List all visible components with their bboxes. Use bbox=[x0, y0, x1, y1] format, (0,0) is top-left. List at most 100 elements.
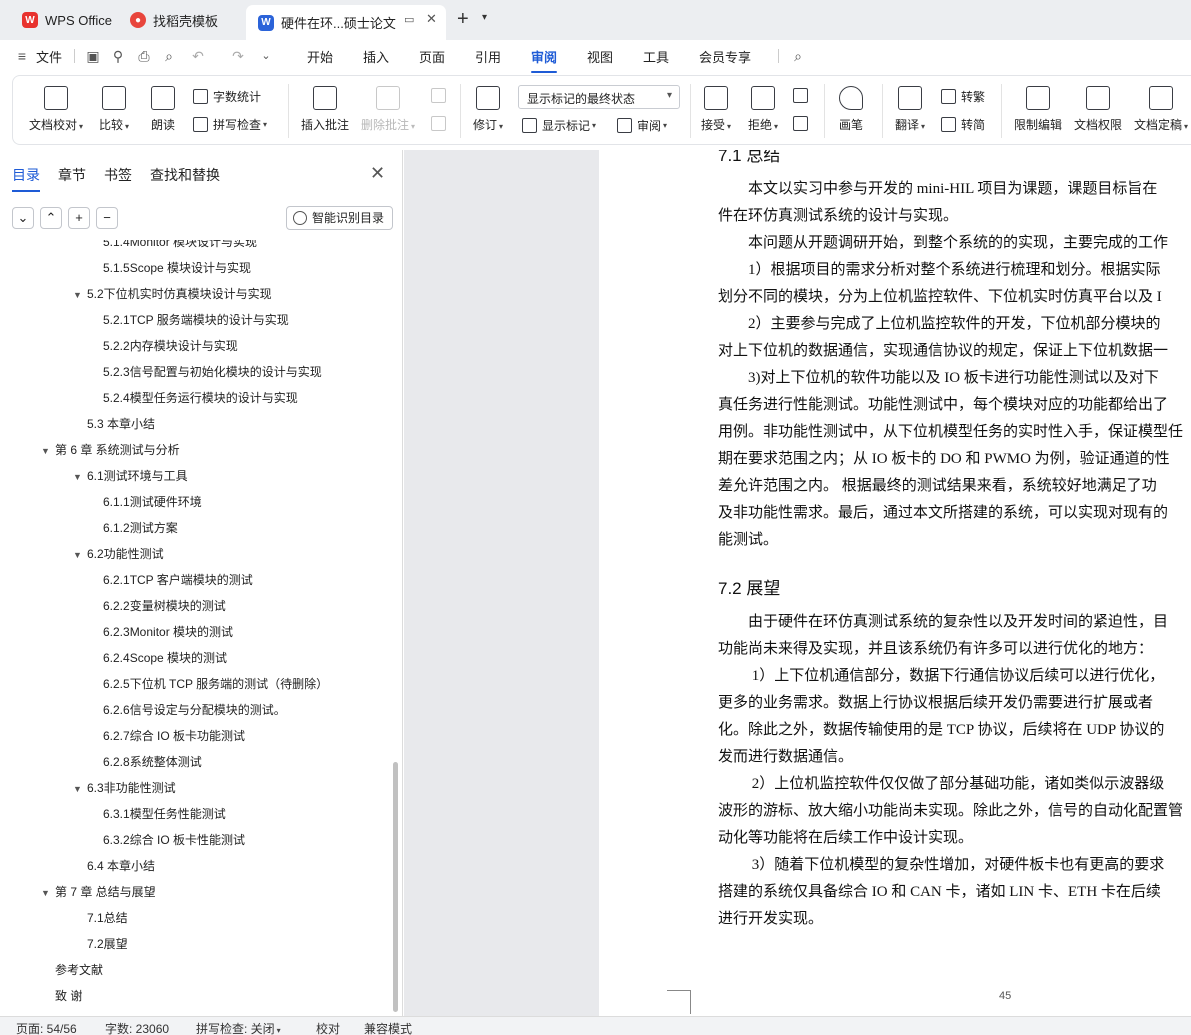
next-change-button[interactable] bbox=[793, 116, 813, 131]
delete-comment-button[interactable]: 删除批注 ▾ bbox=[361, 86, 415, 133]
toc-item[interactable]: 6.2.6信号设定与分配模块的测试。 bbox=[103, 701, 286, 721]
search-icon[interactable]: ⌕ bbox=[790, 48, 806, 64]
print-icon[interactable]: ⎙ bbox=[136, 48, 152, 64]
next-comment-button[interactable] bbox=[431, 116, 451, 131]
restrict-edit-button[interactable]: 限制编辑 bbox=[1014, 86, 1062, 133]
tab-thesis-document[interactable]: W 硬件在环...硕士论文 ▭ ✕ bbox=[246, 5, 446, 40]
new-tab-button[interactable]: + bbox=[457, 9, 469, 29]
read-aloud-button[interactable]: 朗读 bbox=[151, 86, 175, 133]
expand-triangle-icon[interactable]: ▼ bbox=[41, 888, 55, 898]
toc-item[interactable]: 5.2.4模型任务运行模块的设计与实现 bbox=[103, 389, 298, 409]
toc-item[interactable]: 致 谢 bbox=[55, 987, 82, 1007]
reject-button[interactable]: 拒绝 ▾ bbox=[748, 86, 778, 133]
add-heading-button[interactable]: + bbox=[68, 207, 90, 229]
chevron-down-icon[interactable]: ▾ bbox=[482, 12, 487, 23]
menu-page[interactable]: 页面 bbox=[419, 47, 445, 66]
pen-button[interactable]: 画笔 bbox=[839, 86, 863, 133]
toc-item[interactable]: 6.2.2变量树模块的测试 bbox=[103, 597, 226, 617]
toc-item[interactable]: 6.2.5下位机 TCP 服务端的测试（待删除） bbox=[103, 675, 328, 695]
markup-state-select[interactable]: 显示标记的最终状态 ▾ bbox=[518, 85, 680, 109]
toc-item[interactable]: 6.3.1模型任务性能测试 bbox=[103, 805, 226, 825]
menu-tools[interactable]: 工具 bbox=[643, 47, 669, 66]
track-changes-button[interactable]: 修订 ▾ bbox=[473, 86, 503, 133]
scrollbar-thumb[interactable] bbox=[393, 762, 398, 1012]
tab-toc[interactable]: 目录 bbox=[12, 165, 40, 192]
previous-comment-button[interactable] bbox=[431, 88, 451, 103]
toc-item[interactable]: 6.2.3Monitor 模块的测试 bbox=[103, 623, 233, 643]
toc-item[interactable]: 7.1总结 bbox=[87, 909, 128, 929]
toc-item[interactable]: ▼ 第 6 章 系统测试与分析 bbox=[41, 441, 180, 461]
toc-item[interactable]: ▼ 6.2功能性测试 bbox=[73, 545, 164, 565]
tab-find-replace[interactable]: 查找和替换 bbox=[150, 165, 220, 185]
window-restore-icon[interactable]: ▭ bbox=[404, 13, 414, 26]
expand-triangle-icon[interactable]: ▼ bbox=[73, 472, 87, 482]
compare-button[interactable]: 比较 ▾ bbox=[99, 86, 129, 133]
redo-icon[interactable]: ↷ bbox=[230, 48, 246, 64]
menu-references[interactable]: 引用 bbox=[475, 47, 501, 66]
tab-docer-templates[interactable]: ● 找稻壳模板 bbox=[118, 5, 242, 35]
spell-check-button[interactable]: 拼写检查 ▾ bbox=[193, 116, 267, 133]
menu-member[interactable]: 会员专享 bbox=[699, 47, 751, 66]
page-indicator[interactable]: 页面: 54/56 bbox=[16, 1020, 77, 1035]
expand-triangle-icon[interactable]: ▼ bbox=[73, 784, 87, 794]
translate-button[interactable]: 翻译 ▾ bbox=[895, 86, 925, 133]
menu-home[interactable]: 开始 bbox=[307, 47, 333, 66]
to-simplified-button[interactable]: 转简 bbox=[941, 116, 985, 133]
hamburger-menu-icon[interactable]: ≡ bbox=[14, 48, 30, 64]
doc-proof-button[interactable]: 文档校对 ▾ bbox=[29, 86, 83, 133]
word-count-button[interactable]: 字数统计 bbox=[193, 88, 261, 105]
menu-review[interactable]: 审阅 bbox=[531, 47, 558, 73]
word-count-indicator[interactable]: 字数: 23060 bbox=[105, 1020, 169, 1035]
remove-heading-button[interactable]: − bbox=[96, 207, 118, 229]
previous-change-button[interactable] bbox=[793, 88, 813, 103]
expand-up-button[interactable]: ⌃ bbox=[40, 207, 62, 229]
expand-triangle-icon[interactable]: ▼ bbox=[73, 550, 87, 560]
share-icon[interactable]: ⚲ bbox=[110, 48, 126, 64]
chevron-down-icon[interactable]: ⌄ bbox=[258, 48, 274, 64]
toc-item[interactable]: ▼ 6.1测试环境与工具 bbox=[73, 467, 188, 487]
to-traditional-button[interactable]: 转繁 bbox=[941, 88, 985, 105]
toc-item[interactable]: 6.2.8系统整体测试 bbox=[103, 753, 202, 773]
toc-item[interactable]: 6.2.4Scope 模块的测试 bbox=[103, 649, 227, 669]
close-tab-icon[interactable]: ✕ bbox=[426, 11, 437, 27]
toc-item[interactable]: 6.2.7综合 IO 板卡功能测试 bbox=[103, 727, 245, 747]
proofread-button[interactable]: 校对 bbox=[316, 1020, 340, 1035]
expand-triangle-icon[interactable]: ▼ bbox=[41, 446, 55, 456]
toc-item[interactable]: 6.1.2测试方案 bbox=[103, 519, 178, 539]
toc-item[interactable]: 5.3 本章小结 bbox=[87, 415, 155, 435]
print-preview-icon[interactable]: ⌕ bbox=[161, 48, 177, 64]
tab-wps-office[interactable]: W WPS Office bbox=[10, 5, 114, 35]
toc-item[interactable]: 5.1.5Scope 模块设计与实现 bbox=[103, 259, 251, 279]
toc-item[interactable]: ▼ 5.2下位机实时仿真模块设计与实现 bbox=[73, 285, 272, 305]
toc-item[interactable]: 参考文献 bbox=[55, 961, 103, 981]
doc-finalize-button[interactable]: 文档定稿 ▾ bbox=[1134, 86, 1188, 133]
toc-item[interactable]: ▼ 第 7 章 总结与展望 bbox=[41, 883, 156, 903]
smart-toc-button[interactable]: 智能识别目录 bbox=[286, 206, 394, 230]
toc-item[interactable]: 6.3.2综合 IO 板卡性能测试 bbox=[103, 831, 245, 851]
toc-item[interactable]: 6.4 本章小结 bbox=[87, 857, 155, 877]
toc-item[interactable]: 5.2.1TCP 服务端模块的设计与实现 bbox=[103, 311, 289, 331]
document-page[interactable]: 45 7.1 总结 本文以实习中参与开发的 mini-HIL 项目为课题，课题目… bbox=[599, 150, 1191, 1016]
save-icon[interactable]: ▣ bbox=[85, 48, 101, 64]
spell-check-status[interactable]: 拼写检查: 关闭 ▾ bbox=[196, 1020, 281, 1035]
toc-item[interactable]: 5.2.3信号配置与初始化模块的设计与实现 bbox=[103, 363, 322, 383]
toc-item[interactable]: 6.2.1TCP 客户端模块的测试 bbox=[103, 571, 253, 591]
tab-chapters[interactable]: 章节 bbox=[58, 165, 86, 185]
toc-item[interactable]: 7.2展望 bbox=[87, 935, 128, 955]
toc-item[interactable]: 5.2.2内存模块设计与实现 bbox=[103, 337, 238, 357]
undo-icon[interactable]: ↶ bbox=[190, 48, 206, 64]
close-icon[interactable]: ✕ bbox=[370, 163, 385, 184]
collapse-all-button[interactable]: ⌄ bbox=[12, 207, 34, 229]
menu-insert[interactable]: 插入 bbox=[363, 47, 389, 66]
doc-permission-button[interactable]: 文档权限 bbox=[1074, 86, 1122, 133]
menu-view[interactable]: 视图 bbox=[587, 47, 613, 66]
tab-bookmarks[interactable]: 书签 bbox=[104, 165, 132, 185]
accept-button[interactable]: 接受 ▾ bbox=[701, 86, 731, 133]
insert-comment-button[interactable]: 插入批注 bbox=[301, 86, 349, 133]
toc-item[interactable]: ▼ 6.3非功能性测试 bbox=[73, 779, 176, 799]
menu-file[interactable]: 文件 bbox=[36, 47, 62, 66]
toc-item[interactable]: 6.1.1测试硬件环境 bbox=[103, 493, 202, 513]
expand-triangle-icon[interactable]: ▼ bbox=[73, 290, 87, 300]
show-markup-button[interactable]: 显示标记 ▾ bbox=[522, 117, 596, 134]
review-pane-button[interactable]: 审阅 ▾ bbox=[617, 117, 667, 134]
